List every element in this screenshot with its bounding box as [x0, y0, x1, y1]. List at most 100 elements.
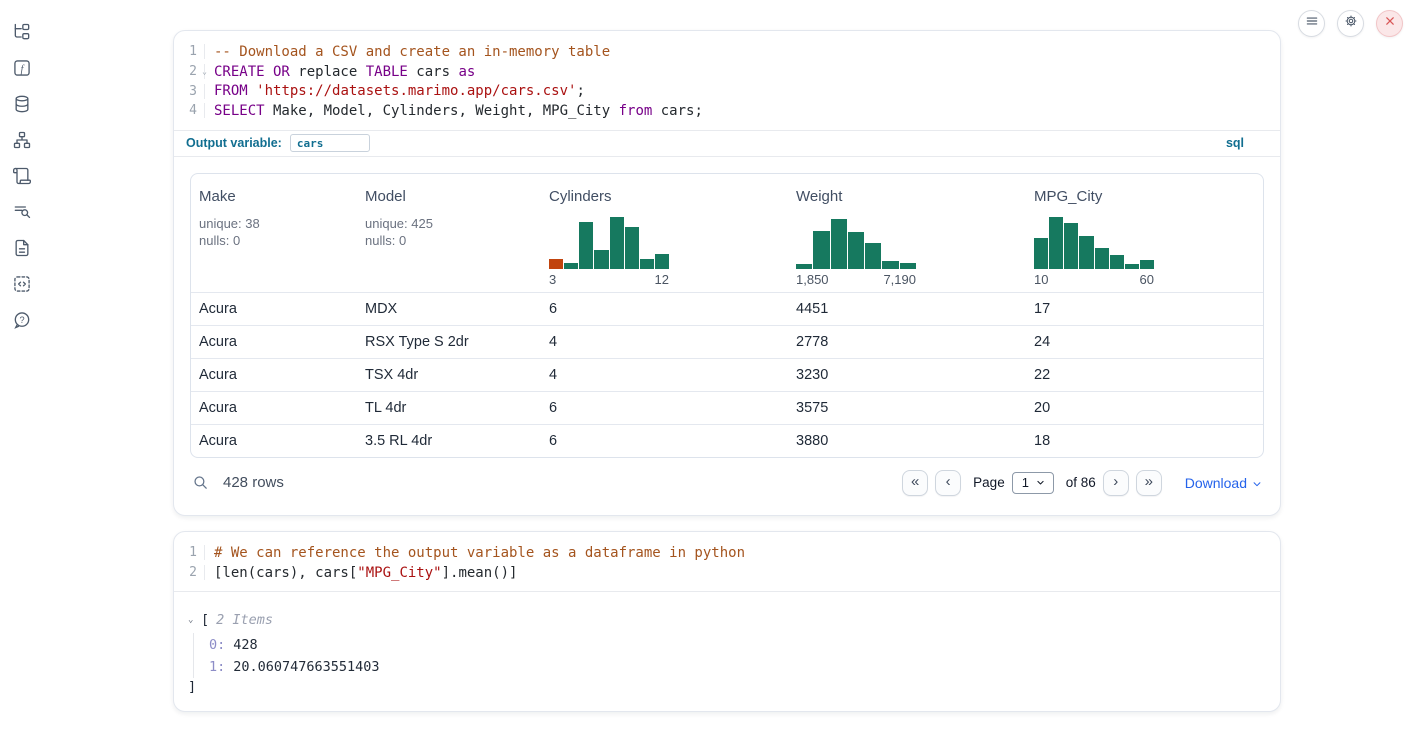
table-cell: RSX Type S 2dr	[357, 334, 541, 350]
tree-item-value: 428	[233, 637, 257, 653]
python-cell: 1 # We can reference the output variable …	[173, 531, 1281, 712]
histogram-bar[interactable]	[1140, 260, 1154, 269]
column-histogram[interactable]: 1,8507,190	[796, 217, 916, 288]
output-tree: ⌄ [ 2 Items 0:4281:20.060747663551403 ]	[174, 592, 1280, 699]
snippets-icon[interactable]	[12, 274, 32, 294]
settings-button[interactable]	[1337, 10, 1364, 37]
first-page-button[interactable]: «	[902, 470, 928, 496]
histogram-bar[interactable]	[1034, 238, 1048, 269]
column-header-mpg_city[interactable]: MPG_City1060	[1026, 174, 1263, 292]
chevrons-left-icon: «	[911, 474, 919, 489]
output-tree-items: 0:4281:20.060747663551403	[193, 633, 1264, 678]
histogram-bar[interactable]	[900, 263, 916, 269]
table-cell: 3.5 RL 4dr	[357, 433, 541, 449]
scratchpad-icon[interactable]	[12, 166, 32, 186]
output-variable-row: Output variable: sql	[174, 131, 1280, 156]
table-row[interactable]: AcuraTL 4dr6357520	[191, 391, 1263, 424]
help-icon[interactable]: ?	[12, 310, 32, 330]
histogram-bar[interactable]	[1064, 223, 1078, 269]
chevron-down-icon[interactable]: ⌄	[188, 615, 201, 625]
histogram-bar[interactable]	[640, 259, 654, 269]
histogram-bar[interactable]	[1049, 217, 1063, 269]
output-tree-head[interactable]: ⌄ [ 2 Items	[188, 610, 1264, 630]
histogram-bar[interactable]	[1095, 248, 1109, 269]
code-token: # We can reference the output variable a…	[214, 545, 745, 561]
table-body: AcuraMDX6445117AcuraRSX Type S 2dr427782…	[191, 292, 1263, 457]
last-page-button[interactable]: »	[1136, 470, 1162, 496]
search-icon[interactable]	[192, 474, 209, 491]
chevron-left-icon: ‹	[946, 474, 951, 489]
next-page-button[interactable]: ›	[1103, 470, 1129, 496]
data-table: Makeunique: 38nulls: 0Modelunique: 425nu…	[190, 173, 1264, 458]
code-line[interactable]: 3FROM 'https://datasets.marimo.app/cars.…	[174, 81, 1280, 101]
histogram-bar[interactable]	[610, 217, 624, 269]
cell2-code[interactable]: 1 # We can reference the output variable …	[174, 532, 1280, 591]
table-output: Makeunique: 38nulls: 0Modelunique: 425nu…	[174, 157, 1280, 498]
documentation-icon[interactable]	[12, 238, 32, 258]
histogram-bar[interactable]	[882, 261, 898, 269]
code-line[interactable]: 1-- Download a CSV and create an in-memo…	[174, 42, 1280, 62]
file-explorer-icon[interactable]	[12, 22, 32, 42]
table-cell: 3880	[788, 433, 1026, 449]
code-token: CREATE OR	[214, 64, 290, 80]
column-header-make[interactable]: Makeunique: 38nulls: 0	[191, 174, 357, 292]
histogram-bar[interactable]	[865, 243, 881, 269]
histogram-bar[interactable]	[564, 263, 578, 269]
histogram-bar[interactable]	[1079, 236, 1093, 269]
histogram-bar[interactable]	[831, 219, 847, 269]
code-line[interactable]: 1 # We can reference the output variable …	[174, 543, 1280, 563]
datasources-icon[interactable]	[12, 94, 32, 114]
histogram-bar[interactable]	[796, 264, 812, 269]
histogram-bar[interactable]	[579, 222, 593, 269]
page-select[interactable]: 1	[1012, 472, 1054, 494]
shutdown-button[interactable]	[1376, 10, 1403, 37]
tree-item-key: 1:	[209, 659, 225, 675]
column-histogram[interactable]: 312	[549, 217, 669, 288]
histogram-bar[interactable]	[813, 231, 829, 269]
code-line[interactable]: 2[len(cars), cars["MPG_City"].mean()]	[174, 563, 1280, 583]
column-header-weight[interactable]: Weight1,8507,190	[788, 174, 1026, 292]
table-row[interactable]: AcuraRSX Type S 2dr4277824	[191, 325, 1263, 358]
histogram-bar[interactable]	[594, 250, 608, 269]
chevron-down-icon	[1252, 479, 1262, 489]
table-cell: 2778	[788, 334, 1026, 350]
axis-max-label: 60	[1140, 272, 1154, 288]
tree-item-key: 0:	[209, 637, 225, 653]
table-row[interactable]: AcuraMDX6445117	[191, 292, 1263, 325]
chevron-down-icon	[1036, 478, 1045, 487]
table-cell: 4	[541, 367, 788, 383]
code-line[interactable]: 4SELECT Make, Model, Cylinders, Weight, …	[174, 101, 1280, 121]
column-histogram[interactable]: 1060	[1034, 217, 1154, 288]
line-number: 1	[189, 545, 197, 560]
histogram-bar[interactable]	[655, 254, 669, 269]
menu-icon	[1305, 14, 1319, 33]
fold-chevron-icon[interactable]: ⌄	[202, 67, 207, 76]
logs-icon[interactable]	[12, 202, 32, 222]
column-header-cylinders[interactable]: Cylinders312	[541, 174, 788, 292]
histogram-bar[interactable]	[549, 259, 563, 269]
histogram-bar[interactable]	[1110, 255, 1124, 269]
code-line[interactable]: 2⌄CREATE OR replace TABLE cars as	[174, 62, 1280, 82]
histogram-bar[interactable]	[1125, 264, 1139, 269]
download-button[interactable]: Download	[1185, 475, 1262, 491]
table-cell: 4451	[788, 301, 1026, 317]
output-variable-input[interactable]	[290, 134, 370, 152]
cell1-code[interactable]: 1-- Download a CSV and create an in-memo…	[174, 31, 1280, 130]
page-select-value: 1	[1022, 475, 1029, 490]
histogram-bar[interactable]	[625, 227, 639, 269]
histogram-bar[interactable]	[848, 232, 864, 269]
output-variable-label: Output variable:	[186, 136, 282, 150]
table-cell: Acura	[191, 433, 357, 449]
code-token: as	[458, 64, 475, 80]
axis-min-label: 1,850	[796, 272, 829, 288]
column-header-model[interactable]: Modelunique: 425nulls: 0	[357, 174, 541, 292]
language-badge: sql	[1226, 136, 1244, 150]
dependency-graph-icon[interactable]	[12, 130, 32, 150]
line-number: 1	[189, 44, 197, 59]
variables-icon[interactable]: f	[12, 58, 32, 78]
table-row[interactable]: AcuraTSX 4dr4323022	[191, 358, 1263, 391]
table-cell: Acura	[191, 400, 357, 416]
menu-button[interactable]	[1298, 10, 1325, 37]
table-row[interactable]: Acura3.5 RL 4dr6388018	[191, 424, 1263, 457]
prev-page-button[interactable]: ‹	[935, 470, 961, 496]
